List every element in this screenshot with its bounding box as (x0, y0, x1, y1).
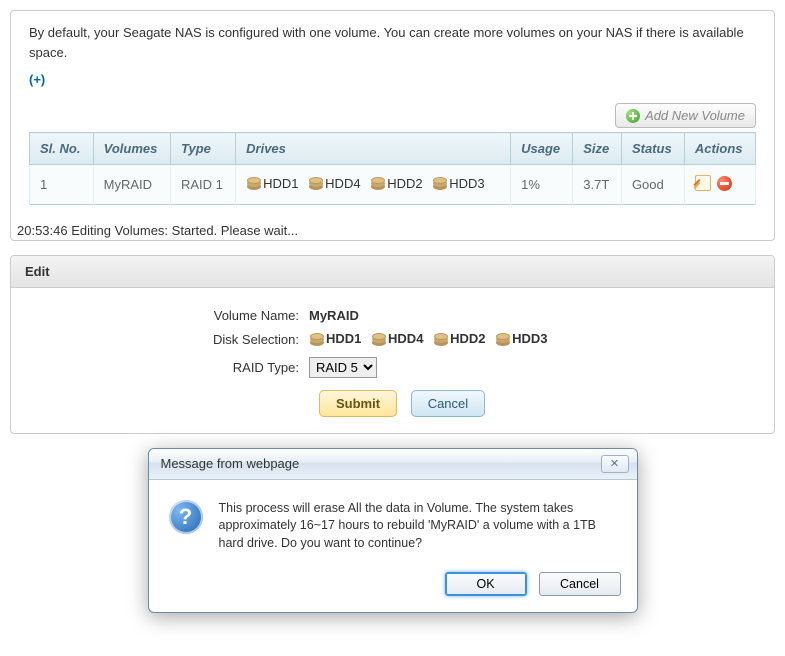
dialog-cancel-button[interactable]: Cancel (539, 572, 621, 596)
value-volume-name: MyRAID (309, 308, 756, 323)
edit-panel-title: Edit (11, 256, 774, 288)
help-expand-link[interactable]: (+) (29, 72, 45, 87)
add-new-volume-button[interactable]: Add New Volume (615, 103, 756, 128)
cell-type: RAID 1 (171, 165, 236, 205)
drive-icon (371, 332, 385, 346)
label-volume-name: Volume Name: (29, 308, 309, 323)
drive-chip: HDD4 (308, 176, 360, 191)
dialog-title-text: Message from webpage (161, 456, 300, 471)
table-row: 1 MyRAID RAID 1 HDD1 HDD4 HDD2 HDD3 1% 3… (30, 165, 756, 205)
label-disk-selection: Disk Selection: (29, 332, 309, 347)
table-header-row: Sl. No. Volumes Type Drives Usage Size S… (30, 133, 756, 165)
label-raid-type: RAID Type: (29, 360, 309, 375)
plus-icon (626, 109, 640, 123)
drive-chip: HDD2 (370, 176, 422, 191)
drive-icon (432, 176, 446, 190)
dialog-message: This process will erase All the data in … (219, 500, 617, 553)
volumes-panel: By default, your Seagate NAS is configur… (10, 10, 775, 241)
col-type: Type (171, 133, 236, 165)
dialog-ok-button[interactable]: OK (445, 572, 527, 596)
drive-icon (309, 332, 323, 346)
drive-chip: HDD2 (433, 331, 485, 346)
add-new-volume-label: Add New Volume (645, 108, 745, 123)
drive-icon (308, 176, 322, 190)
drive-icon (370, 176, 384, 190)
drive-chip: HDD3 (432, 176, 484, 191)
edit-icon[interactable] (695, 175, 711, 191)
confirm-dialog: Message from webpage ✕ ? This process wi… (148, 448, 638, 614)
col-size: Size (573, 133, 622, 165)
cell-usage: 1% (511, 165, 573, 205)
drive-icon (246, 176, 260, 190)
value-disk-selection: HDD1 HDD4 HDD2 HDD3 (309, 331, 756, 349)
drive-chip: HDD3 (495, 331, 547, 346)
drive-icon (433, 332, 447, 346)
col-actions: Actions (684, 133, 755, 165)
dialog-close-button[interactable]: ✕ (601, 455, 629, 473)
col-status: Status (621, 133, 684, 165)
submit-button[interactable]: Submit (319, 390, 397, 417)
cell-size: 3.7T (573, 165, 622, 205)
close-icon: ✕ (610, 457, 619, 470)
question-icon: ? (169, 500, 203, 534)
intro-text: By default, your Seagate NAS is configur… (29, 23, 756, 62)
status-line: 20:53:46 Editing Volumes: Started. Pleas… (11, 219, 774, 240)
col-drives: Drives (236, 133, 511, 165)
cell-drives: HDD1 HDD4 HDD2 HDD3 (236, 165, 511, 205)
cell-status: Good (621, 165, 684, 205)
cell-actions (684, 165, 755, 205)
col-usage: Usage (511, 133, 573, 165)
col-volumes: Volumes (93, 133, 170, 165)
drive-chip: HDD1 (309, 331, 361, 346)
volumes-table: Sl. No. Volumes Type Drives Usage Size S… (29, 132, 756, 205)
col-slno: Sl. No. (30, 133, 94, 165)
delete-icon[interactable] (717, 176, 732, 191)
cancel-button[interactable]: Cancel (411, 390, 485, 417)
raid-type-select[interactable]: RAID 5 (309, 357, 377, 378)
cell-slno: 1 (30, 165, 94, 205)
drive-chip: HDD4 (371, 331, 423, 346)
drive-icon (495, 332, 509, 346)
cell-volume: MyRAID (93, 165, 170, 205)
edit-panel: Edit Volume Name: MyRAID Disk Selection:… (10, 255, 775, 434)
drive-chip: HDD1 (246, 176, 298, 191)
